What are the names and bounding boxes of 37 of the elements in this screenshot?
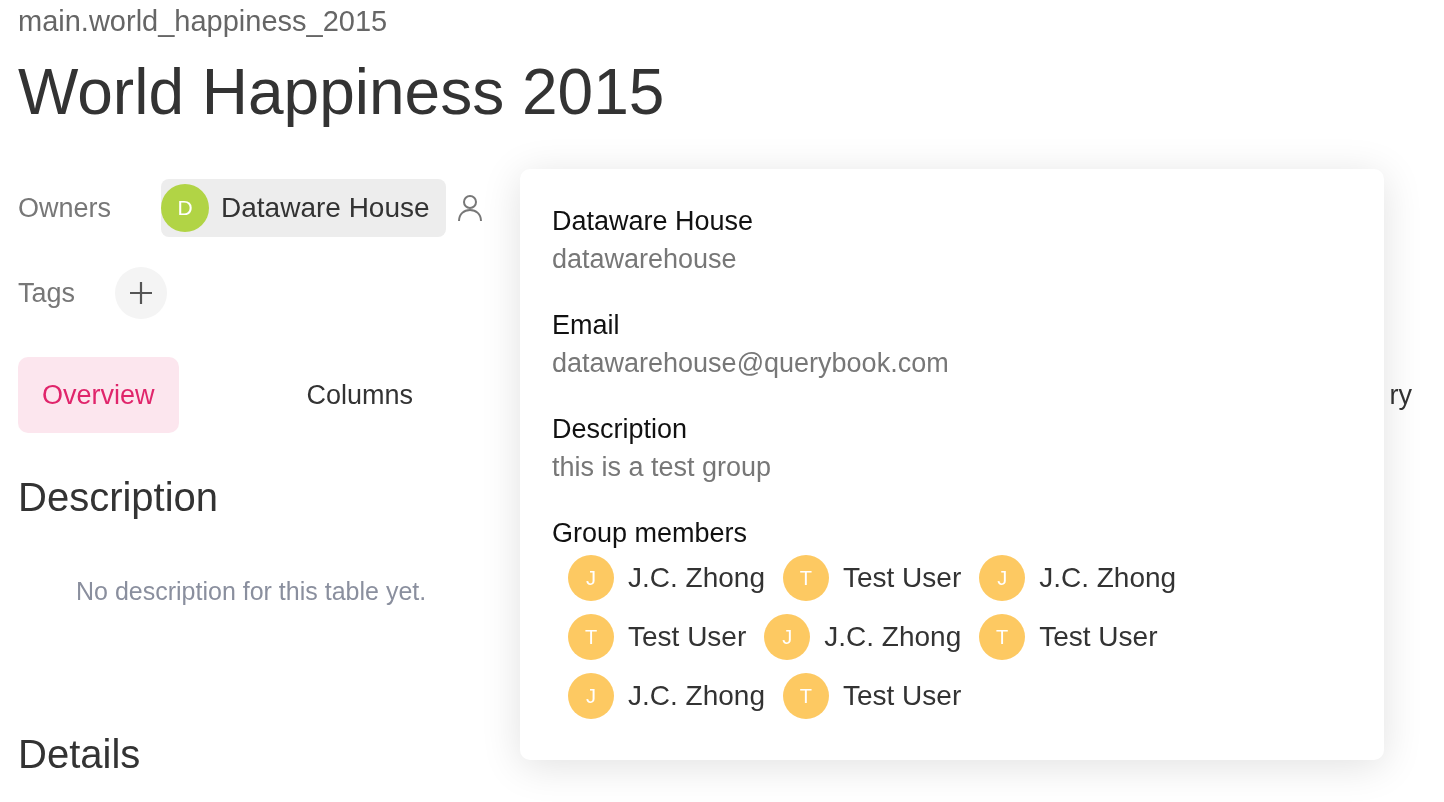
- tab[interactable]: Overview: [18, 357, 179, 433]
- section-heading: Details: [18, 731, 142, 778]
- member-avatar: J: [568, 673, 614, 719]
- owner-avatar: D: [161, 184, 210, 232]
- members-label: Group members: [552, 517, 749, 549]
- member-name: J.C. Zhong: [628, 680, 765, 712]
- member-name: Test User: [842, 562, 962, 594]
- field-label: Description: [552, 413, 689, 445]
- field-value: datawarehouse@querybook.com: [552, 347, 950, 379]
- member-avatar: T: [979, 614, 1026, 660]
- page-title: World Happiness 2015: [18, 56, 666, 128]
- owner-chip[interactable]: D Dataware House: [161, 179, 446, 237]
- member-name: Test User: [1039, 621, 1158, 653]
- member-avatar: J: [979, 555, 1026, 601]
- member-avatar: T: [568, 614, 614, 660]
- member-avatar: J: [764, 614, 811, 660]
- tab[interactable]: Columns: [282, 357, 438, 433]
- empty-description: No description for this table yet.: [76, 577, 427, 606]
- field-label: Email: [552, 309, 621, 341]
- member-name: Test User: [628, 621, 747, 653]
- breadcrumb: main.world_happiness_2015: [18, 4, 389, 38]
- tab[interactable]: ry: [1389, 357, 1412, 433]
- section-heading: Description: [18, 474, 220, 521]
- member-name: J.C. Zhong: [1039, 562, 1177, 594]
- member-name: Test User: [842, 680, 962, 712]
- member-avatar: J: [568, 555, 614, 601]
- group-username: datawarehouse: [552, 243, 738, 275]
- member-name: J.C. Zhong: [824, 621, 962, 653]
- member-avatar: T: [782, 555, 829, 601]
- member-avatar: T: [782, 673, 829, 719]
- user-icon[interactable]: [455, 193, 484, 223]
- owners-label: Owners: [18, 192, 112, 224]
- group-name: Dataware House: [552, 205, 755, 237]
- plus-icon: [129, 281, 154, 305]
- field-value: this is a test group: [552, 451, 773, 483]
- tags-label: Tags: [18, 277, 76, 309]
- member-name: J.C. Zhong: [628, 562, 765, 594]
